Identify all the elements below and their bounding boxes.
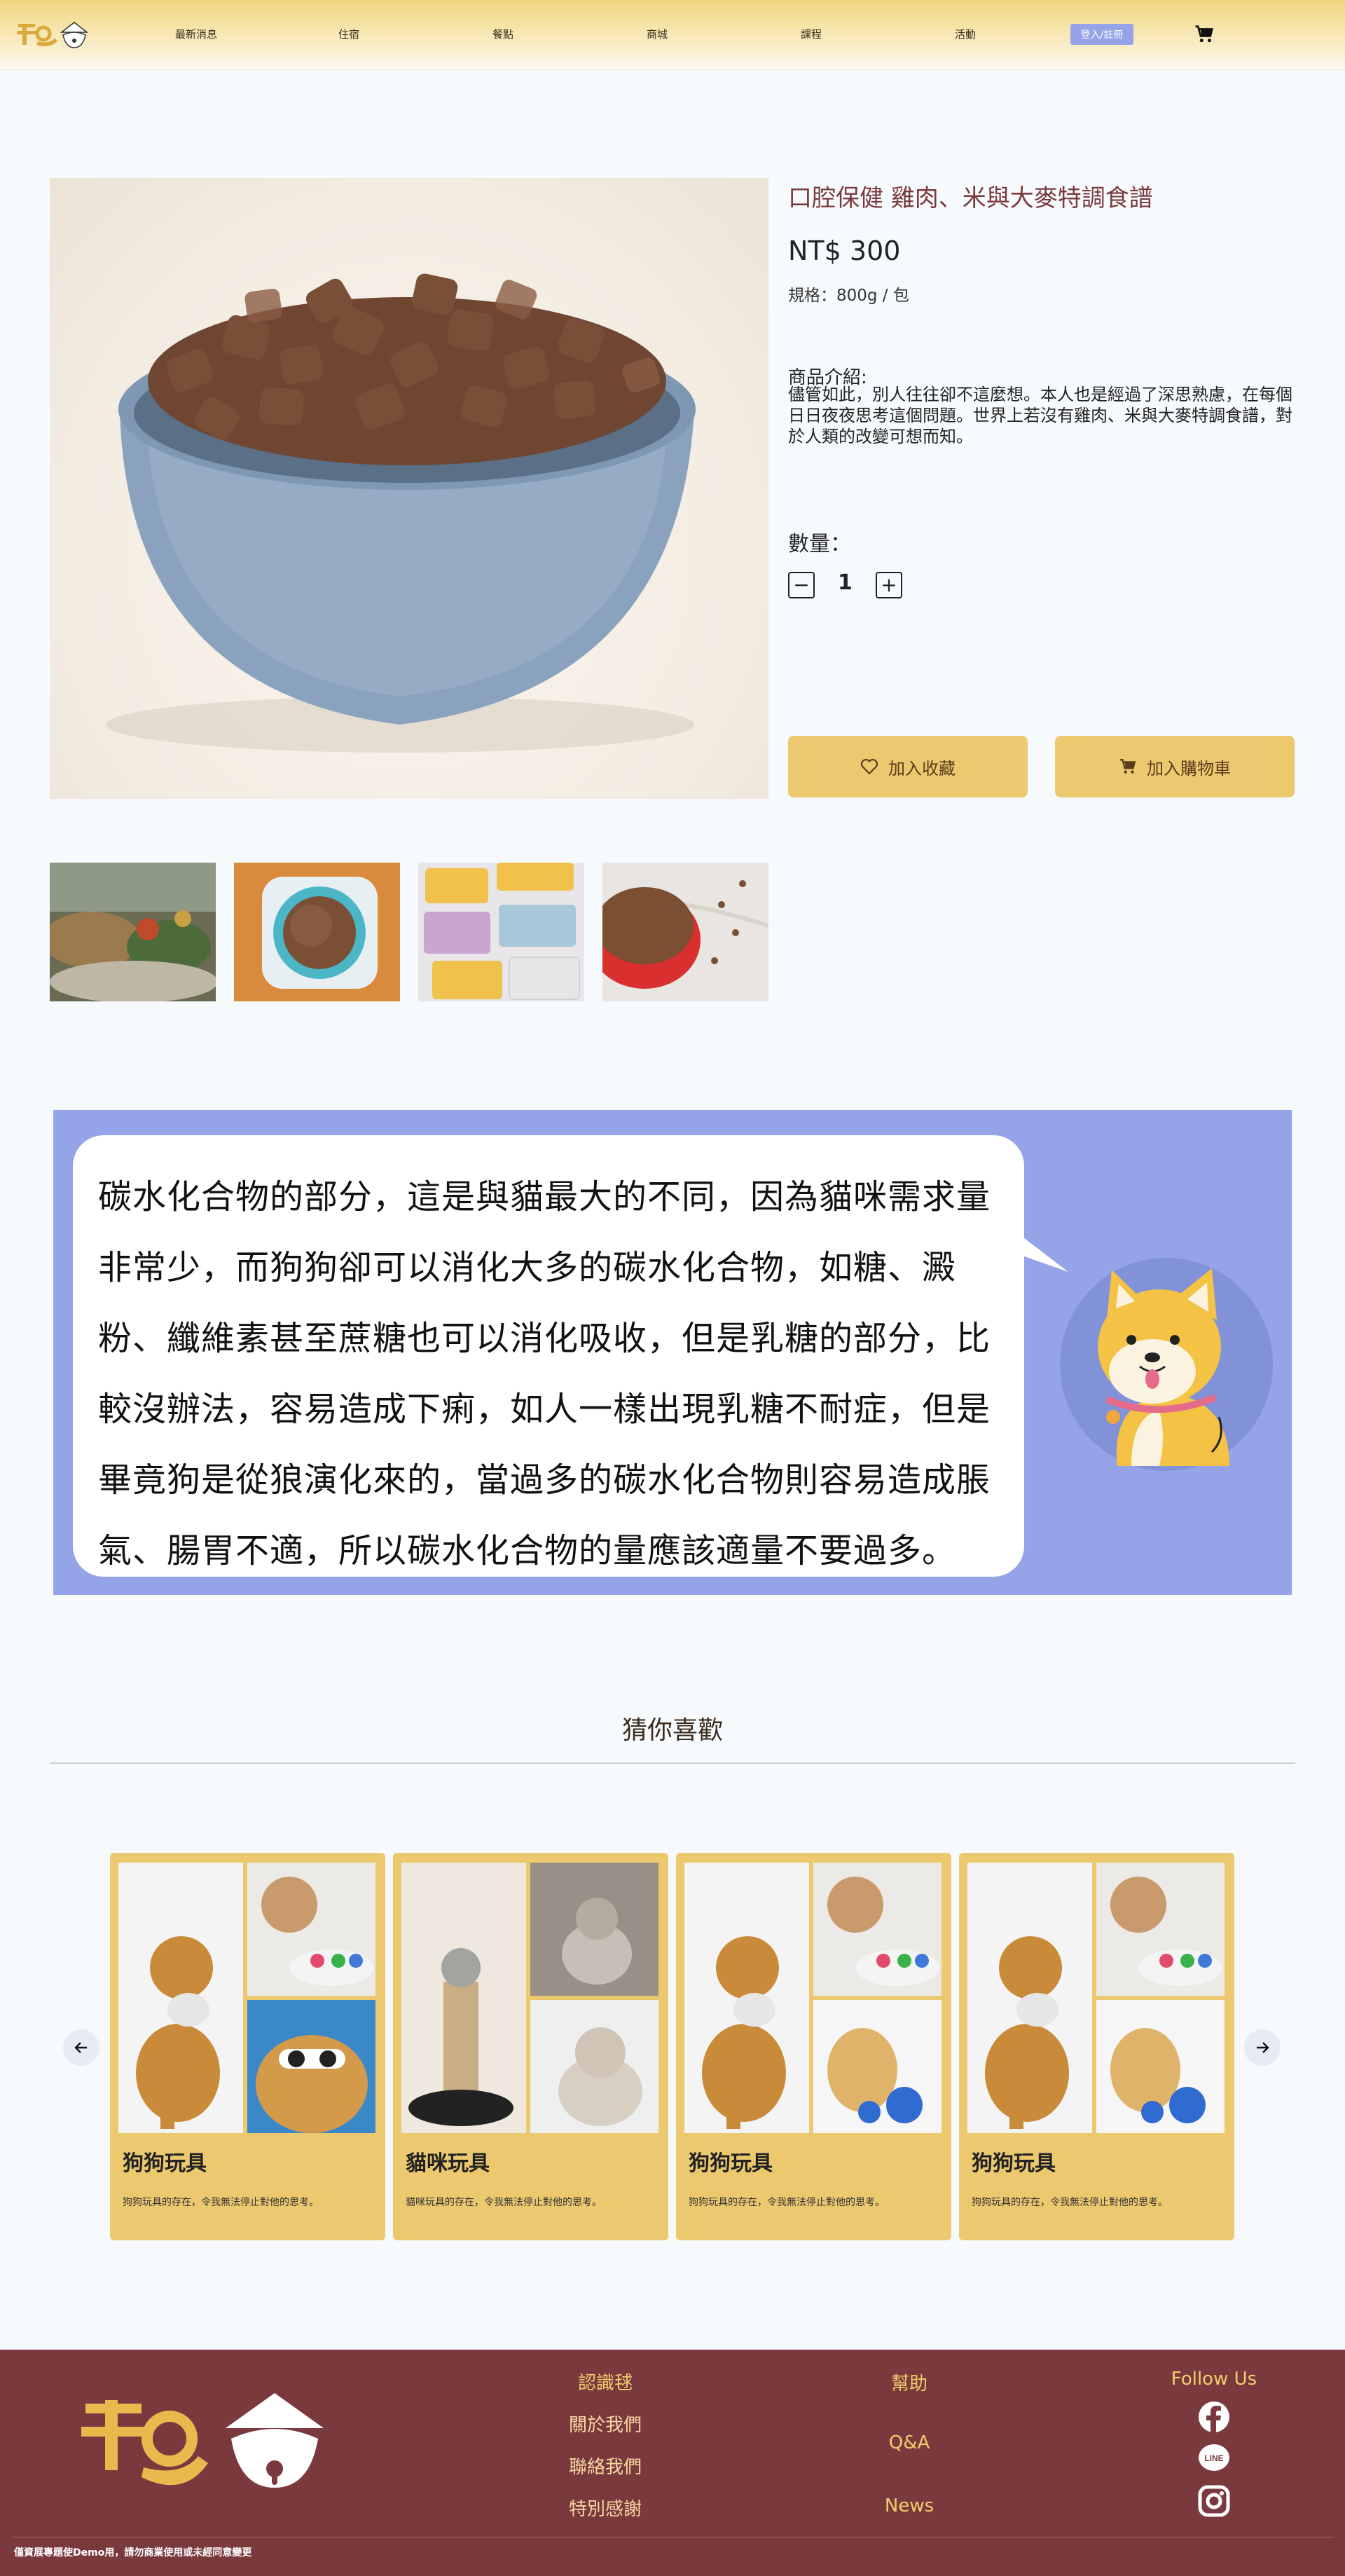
- product-card[interactable]: 狗狗玩具 狗狗玩具的存在，令我無法停止對他的思考。: [110, 1853, 385, 2240]
- footer-follow-heading: Follow Us: [1171, 2369, 1257, 2390]
- card-image-main: [401, 1863, 526, 2133]
- card-image-top: [530, 1863, 658, 1996]
- copyright-text: 僅資展專題使Demo用，請勿商業使用或未經同意變更: [14, 2547, 252, 2558]
- banner-text: 碳水化合物的部分，這是與貓最大的不同，因為貓咪需求量非常少，而狗狗卻可以消化大多…: [98, 1177, 991, 1570]
- card-title: 狗狗玩具: [689, 2151, 773, 2176]
- card-image-top: [813, 1863, 942, 1996]
- card-image-bottom: [813, 2000, 942, 2133]
- product-card[interactable]: 狗狗玩具 狗狗玩具的存在，令我無法停止對他的思考。: [676, 1853, 951, 2240]
- site-header: 最新消息 住宿 餐點 商城 課程 活動 登入/註冊: [0, 0, 1345, 70]
- product-main-image: [50, 178, 768, 799]
- arrow-right-icon: [1257, 2042, 1269, 2053]
- card-title: 貓咪玩具: [406, 2151, 490, 2176]
- footer-link-qa[interactable]: Q&A: [889, 2432, 930, 2453]
- footer-about-heading[interactable]: 認識毬: [578, 2369, 633, 2395]
- nav-meals[interactable]: 餐點: [492, 27, 513, 41]
- add-to-favorites-button[interactable]: 加入收藏: [788, 736, 1028, 797]
- nav-courses[interactable]: 課程: [801, 27, 822, 41]
- footer-link-thanks[interactable]: 特別感謝: [569, 2495, 642, 2521]
- shiba-dog-illustration: [1060, 1258, 1273, 1471]
- card-description: 狗狗玩具的存在，令我無法停止對他的思考。: [123, 2197, 319, 2208]
- nav-events[interactable]: 活動: [955, 27, 976, 41]
- nav-lodging[interactable]: 住宿: [338, 27, 359, 41]
- thumbnail-2[interactable]: [234, 863, 400, 1001]
- login-register-button[interactable]: 登入/註冊: [1070, 24, 1133, 45]
- line-icon[interactable]: LINE: [1198, 2443, 1230, 2475]
- product-card[interactable]: 貓咪玩具 貓咪玩具的存在，令我無法停止對他的思考。: [393, 1853, 668, 2240]
- carousel-prev-button[interactable]: [63, 2029, 99, 2066]
- card-image-top: [1096, 1863, 1225, 1996]
- product-title: 口腔保健 雞肉、米與大麥特調食譜: [788, 184, 1153, 212]
- product-price: NT$ 300: [788, 235, 901, 266]
- quantity-decrease-button[interactable]: −: [788, 572, 815, 598]
- carousel-next-button[interactable]: [1244, 2029, 1281, 2066]
- product-card[interactable]: 狗狗玩具 狗狗玩具的存在，令我無法停止對他的思考。: [959, 1853, 1234, 2240]
- cart-icon[interactable]: [1194, 24, 1215, 45]
- card-description: 狗狗玩具的存在，令我無法停止對他的思考。: [972, 2197, 1168, 2208]
- thumbnail-1[interactable]: [50, 863, 216, 1001]
- heart-icon: [860, 758, 878, 775]
- recommend-title: 猜你喜歡: [621, 1716, 723, 1745]
- cart-icon: [1120, 759, 1136, 774]
- quantity-value: 1: [838, 570, 853, 595]
- card-description: 貓咪玩具的存在，令我無法停止對他的思考。: [406, 2197, 602, 2208]
- card-image-main: [967, 1863, 1092, 2133]
- card-image-bottom: [247, 2000, 375, 2133]
- card-title: 狗狗玩具: [972, 2151, 1056, 2176]
- arrow-left-icon: [74, 2042, 87, 2053]
- instagram-icon[interactable]: [1198, 2485, 1230, 2517]
- card-title: 狗狗玩具: [123, 2151, 207, 2176]
- add-to-cart-button[interactable]: 加入購物車: [1055, 736, 1295, 797]
- speech-bubble: 碳水化合物的部分，這是與貓最大的不同，因為貓咪需求量非常少，而狗狗卻可以消化大多…: [73, 1135, 1024, 1577]
- card-description: 狗狗玩具的存在，令我無法停止對他的思考。: [689, 2197, 885, 2208]
- card-image-main: [118, 1863, 243, 2133]
- facebook-icon[interactable]: [1198, 2401, 1230, 2433]
- quantity-increase-button[interactable]: +: [876, 572, 902, 598]
- footer-link-about-us[interactable]: 關於我們: [569, 2411, 642, 2437]
- footer-link-news[interactable]: News: [885, 2495, 934, 2516]
- footer-logo[interactable]: [78, 2386, 345, 2498]
- recommend-divider: [50, 1762, 1295, 1764]
- description-text: 儘管如此，別人往往卻不這麼想。本人也是經過了深思熟慮，在每個日日夜夜思考這個問題…: [788, 385, 1292, 446]
- card-image-bottom: [530, 2000, 658, 2133]
- svg-text:LINE: LINE: [1204, 2453, 1223, 2463]
- card-image-top: [247, 1863, 375, 1996]
- card-image-bottom: [1096, 2000, 1225, 2133]
- footer-link-contact[interactable]: 聯絡我們: [569, 2453, 642, 2479]
- add-to-cart-label: 加入購物車: [1147, 758, 1231, 779]
- quantity-label: 數量：: [788, 532, 851, 556]
- product-spec: 規格：800g / 包: [788, 287, 909, 305]
- thumbnail-4[interactable]: [602, 863, 768, 1001]
- thumbnail-3[interactable]: [418, 863, 584, 1001]
- add-to-favorites-label: 加入收藏: [888, 758, 956, 779]
- card-image-main: [684, 1863, 809, 2133]
- footer-help-heading[interactable]: 幫助: [891, 2369, 927, 2395]
- nav-news[interactable]: 最新消息: [175, 27, 217, 41]
- nav-shop[interactable]: 商城: [647, 27, 668, 41]
- site-logo[interactable]: [15, 17, 92, 53]
